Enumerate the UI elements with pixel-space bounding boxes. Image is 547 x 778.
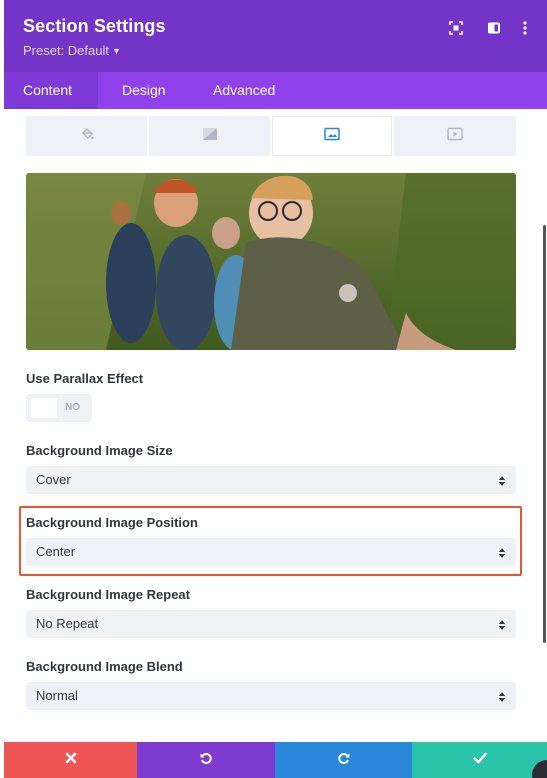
split-view-icon[interactable] xyxy=(486,20,502,36)
image-size-select[interactable]: Cover xyxy=(26,466,516,494)
background-gradient-tab[interactable] xyxy=(149,116,270,156)
save-check-icon xyxy=(472,751,487,769)
image-size-label: Background Image Size xyxy=(26,443,173,458)
image-icon xyxy=(324,127,340,146)
tab-advanced[interactable]: Advanced xyxy=(213,72,275,109)
background-image-preview[interactable] xyxy=(26,173,516,350)
tab-bar: Content Design Advanced xyxy=(4,72,547,109)
discard-x-icon xyxy=(65,751,77,769)
parallax-toggle[interactable]: NO xyxy=(26,394,92,422)
settings-header: Section Settings Preset: Default ▼ xyxy=(4,0,547,72)
parallax-label: Use Parallax Effect xyxy=(26,371,144,386)
image-blend-value: Normal xyxy=(36,688,78,703)
select-arrows-icon xyxy=(498,618,506,630)
image-repeat-value: No Repeat xyxy=(36,616,99,631)
image-position-select[interactable]: Center xyxy=(26,538,516,566)
background-type-tabs xyxy=(26,116,516,156)
preset-dropdown[interactable]: Preset: Default ▼ xyxy=(23,43,121,58)
paint-bucket-icon xyxy=(80,127,94,146)
background-video-tab[interactable] xyxy=(394,116,516,156)
image-blend-select[interactable]: Normal xyxy=(26,682,516,710)
footer-action-bar xyxy=(4,742,547,778)
more-options-icon[interactable] xyxy=(517,20,533,36)
image-blend-label: Background Image Blend xyxy=(26,659,183,674)
gradient-icon xyxy=(202,127,218,146)
video-icon xyxy=(447,127,463,146)
screen-toggle-icon[interactable] xyxy=(448,20,464,36)
page-title: Section Settings xyxy=(23,16,166,36)
image-repeat-label: Background Image Repeat xyxy=(26,587,190,602)
image-size-value: Cover xyxy=(36,472,71,487)
redo-button[interactable] xyxy=(275,742,412,778)
image-position-label: Background Image Position xyxy=(26,515,198,530)
background-image-tab[interactable] xyxy=(272,116,392,156)
image-repeat-select[interactable]: No Repeat xyxy=(26,610,516,638)
select-arrows-icon xyxy=(498,546,506,558)
save-button[interactable] xyxy=(412,742,547,778)
undo-button[interactable] xyxy=(137,742,275,778)
tab-content[interactable]: Content xyxy=(4,72,98,109)
select-arrows-icon xyxy=(498,474,506,486)
image-position-value: Center xyxy=(36,544,76,559)
discard-button[interactable] xyxy=(4,742,137,778)
undo-icon xyxy=(199,751,213,770)
caret-down-icon: ▼ xyxy=(112,46,121,56)
redo-icon xyxy=(337,751,351,770)
toggle-knob xyxy=(31,398,57,418)
scrollbar[interactable] xyxy=(543,225,546,643)
toggle-state: NO xyxy=(65,402,80,413)
background-color-tab[interactable] xyxy=(26,116,147,156)
select-arrows-icon xyxy=(498,690,506,702)
preset-label: Preset: Default xyxy=(23,43,109,58)
tab-design[interactable]: Design xyxy=(122,72,166,109)
